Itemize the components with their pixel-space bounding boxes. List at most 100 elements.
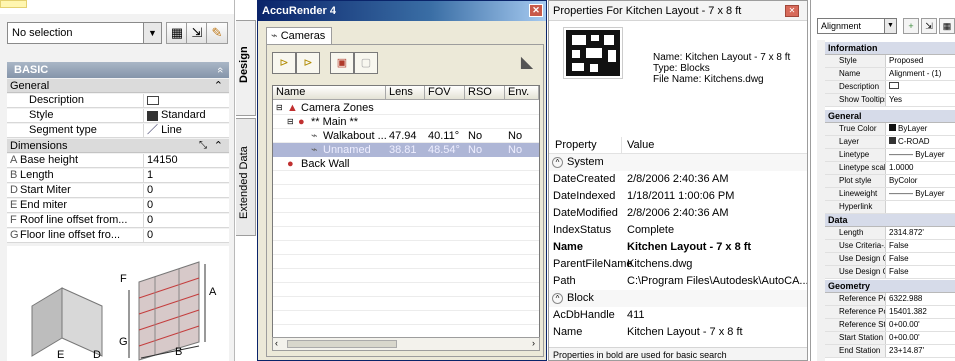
column-header-env[interactable]: Env. xyxy=(505,86,539,100)
tab-extended-data[interactable]: Extended Data xyxy=(236,118,256,236)
property-row-style[interactable]: Style Standard xyxy=(7,109,229,123)
horizontal-scrollbar[interactable]: ‹ › xyxy=(272,337,540,351)
column-header-value[interactable]: Value xyxy=(627,139,654,151)
tab-design[interactable]: Design xyxy=(236,20,256,116)
prop-row[interactable]: Hyperlink xyxy=(825,201,955,214)
collapse-icon[interactable]: ⊟ xyxy=(276,101,283,115)
prop-row[interactable]: Use Design C...False xyxy=(825,253,955,266)
property-row[interactable]: IndexStatus Complete xyxy=(549,222,807,239)
prop-value[interactable]: ByColor xyxy=(887,175,917,187)
chevron-up-icon[interactable]: ⌃ xyxy=(214,79,223,93)
tree-row-camera-zones[interactable]: ⊟ ▲ Camera Zones xyxy=(273,101,539,115)
prop-row[interactable]: Use Design C...False xyxy=(825,266,955,279)
select-objects-button[interactable]: ⇲ xyxy=(921,18,937,34)
prop-value[interactable]: ByLayer xyxy=(887,123,927,135)
property-value[interactable]: 1 xyxy=(143,169,229,183)
column-header-name[interactable]: Name xyxy=(273,86,386,100)
prop-value[interactable]: False xyxy=(887,266,909,278)
chevron-up-icon[interactable]: ^ xyxy=(552,292,563,304)
category-data[interactable]: Data xyxy=(825,214,955,227)
collapse-icon[interactable]: ⊟ xyxy=(287,115,294,129)
property-row-start-miter[interactable]: D Start Miter 0 xyxy=(7,184,229,198)
camera-tool-button-3[interactable]: ▣ xyxy=(330,52,354,74)
tree-row-walkabout[interactable]: ⌁ Walkabout ... 47.94 40.11° No No xyxy=(273,129,539,143)
property-row-floor-line-offset[interactable]: G Floor line offset fro... 0 xyxy=(7,229,229,243)
group-header-block[interactable]: ^ Block xyxy=(549,290,807,307)
notes-icon[interactable] xyxy=(889,82,899,89)
property-value[interactable]: 0 xyxy=(143,184,229,198)
scroll-left-icon[interactable]: ‹ xyxy=(275,338,278,348)
property-value[interactable]: 0 xyxy=(143,229,229,243)
prop-row[interactable]: Reference Po...6322.988 xyxy=(825,293,955,306)
close-icon[interactable]: ✕ xyxy=(785,5,799,17)
tree-row-back-wall[interactable]: ● Back Wall xyxy=(273,157,539,171)
property-row[interactable]: Name Kitchen Layout - 7 x 8 ft xyxy=(549,324,807,341)
prop-row[interactable]: Style Proposed xyxy=(825,55,955,68)
tree-row-main[interactable]: ⊟ ● ** Main ** xyxy=(273,115,539,129)
property-value[interactable] xyxy=(143,94,229,108)
prop-value[interactable]: 6322.988 xyxy=(887,293,922,305)
property-value[interactable]: 14150 xyxy=(143,154,229,168)
prop-row[interactable]: Use Criteria-... False xyxy=(825,240,955,253)
prop-row[interactable]: Reference St...0+00.00' xyxy=(825,319,955,332)
add-selection-button[interactable]: + xyxy=(903,18,919,34)
object-type-dropdown[interactable]: Alignment ▼ xyxy=(817,18,897,34)
chevron-up-icon[interactable]: ^ xyxy=(552,156,563,168)
prop-value[interactable]: ——— ByLayer xyxy=(887,149,945,161)
prop-row[interactable]: Show Tooltips Yes xyxy=(825,94,955,107)
prop-value[interactable] xyxy=(887,81,899,93)
prop-value[interactable]: False xyxy=(887,253,909,265)
column-header-property[interactable]: Property xyxy=(555,139,597,151)
property-row[interactable]: DateCreated 2/8/2006 2:40:36 AM xyxy=(549,171,807,188)
prop-row[interactable]: Start Station 0+00.00' xyxy=(825,332,955,345)
dimension-toggle-icon[interactable]: ⤡ xyxy=(199,139,207,153)
prop-value[interactable]: C-ROAD xyxy=(887,136,930,148)
prop-value[interactable]: False xyxy=(887,240,909,252)
property-row[interactable]: AcDbHandle 411 xyxy=(549,307,807,324)
chevron-up-icon[interactable]: ⌃ xyxy=(214,139,223,153)
prop-row[interactable]: Reference Po...15401.382 xyxy=(825,306,955,319)
notes-icon[interactable] xyxy=(147,96,159,105)
selection-dropdown[interactable]: No selection ▼ xyxy=(7,22,162,44)
column-header-rso[interactable]: RSO xyxy=(465,86,505,100)
property-row-description[interactable]: Description xyxy=(7,94,229,108)
prop-value[interactable]: Alignment - (1) xyxy=(887,68,941,80)
property-row-base-height[interactable]: A Base height 14150 xyxy=(7,154,229,168)
property-row[interactable]: DateModified 2/8/2006 2:40:36 AM xyxy=(549,205,807,222)
tab-cameras[interactable]: ⌁ Cameras xyxy=(266,27,332,45)
property-row-length[interactable]: B Length 1 xyxy=(7,169,229,183)
property-value[interactable]: ／ Line xyxy=(143,124,229,138)
prop-row[interactable]: Layer C-ROAD xyxy=(825,136,955,149)
prop-row[interactable]: Length 2314.872' xyxy=(825,227,955,240)
property-value[interactable]: 0 xyxy=(143,199,229,213)
prop-value[interactable]: 15401.382 xyxy=(887,306,927,318)
property-row-end-miter[interactable]: E End miter 0 xyxy=(7,199,229,213)
group-header-system[interactable]: ^ System xyxy=(549,154,807,171)
prop-value[interactable]: 0+00.00' xyxy=(887,319,920,331)
tree-row-unnamed-selected[interactable]: ⌁ Unnamed 38.81 48.54° No No xyxy=(273,143,539,157)
category-general[interactable]: General xyxy=(825,110,955,123)
collapse-icon[interactable]: « xyxy=(212,67,228,73)
quick-select-button[interactable]: ▦ xyxy=(166,22,188,44)
camera-tool-button-2[interactable]: ⊳ xyxy=(296,52,320,74)
property-row[interactable]: ParentFileName Kitchens.dwg xyxy=(549,256,807,273)
prop-value[interactable]: 1.0000 xyxy=(887,162,913,174)
category-geometry[interactable]: Geometry xyxy=(825,280,955,293)
prop-row[interactable]: Description xyxy=(825,81,955,94)
prop-row[interactable]: Linetype ——— ByLayer xyxy=(825,149,955,162)
property-value[interactable]: Standard xyxy=(143,109,229,123)
camera-tool-button-4[interactable]: ▢ xyxy=(354,52,378,74)
basic-section-header[interactable]: BASIC « xyxy=(7,62,229,78)
prop-value[interactable]: 2314.872' xyxy=(887,227,924,239)
scroll-right-icon[interactable]: › xyxy=(532,338,535,348)
scrollbar-thumb[interactable] xyxy=(287,340,397,348)
prop-row[interactable]: End Station 23+14.87' xyxy=(825,345,955,358)
prop-value[interactable]: Proposed xyxy=(887,55,923,67)
prop-row[interactable]: Lineweight ——— ByLayer xyxy=(825,188,955,201)
column-header-lens[interactable]: Lens xyxy=(386,86,425,100)
property-row[interactable]: Path C:\Program Files\Autodesk\AutoCA... xyxy=(549,273,807,290)
dimensions-section-header[interactable]: Dimensions ⤡ ⌃ xyxy=(7,139,229,153)
property-row-roof-line-offset[interactable]: F Roof line offset from... 0 xyxy=(7,214,229,228)
prop-row[interactable]: Name Alignment - (1) xyxy=(825,68,955,81)
camera-tool-button-1[interactable]: ⊳ xyxy=(272,52,296,74)
